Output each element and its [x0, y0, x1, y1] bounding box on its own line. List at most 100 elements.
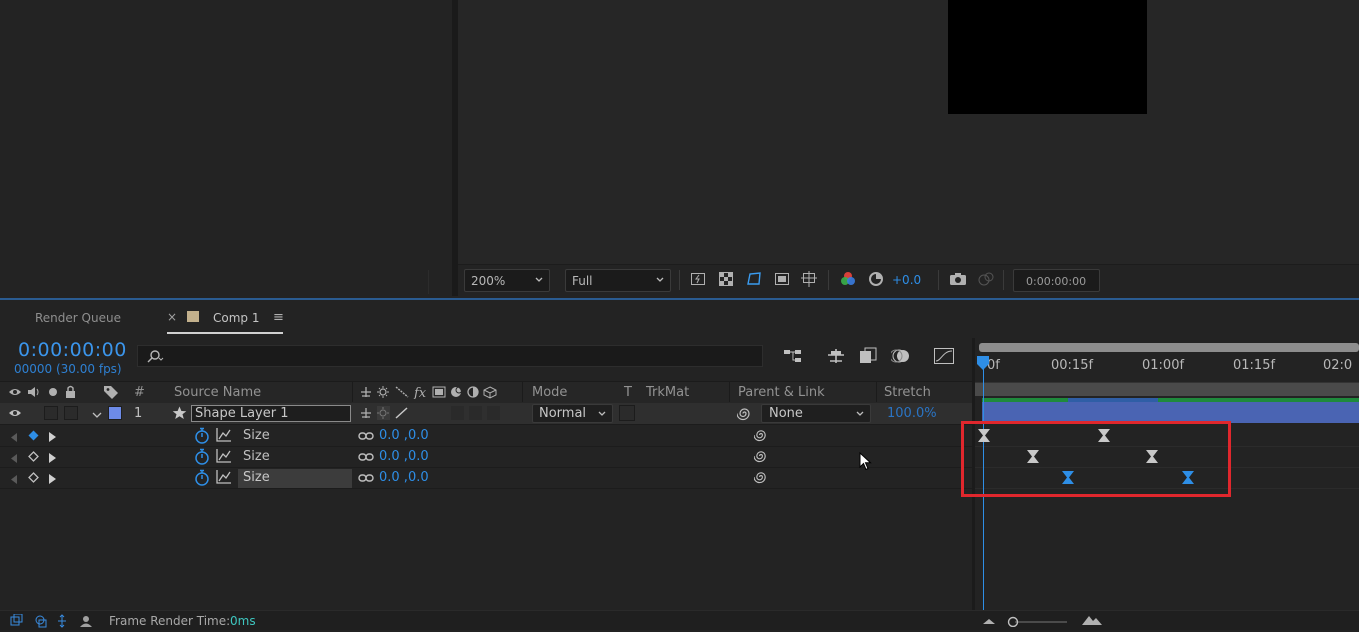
transparency-grid-icon[interactable]	[717, 271, 735, 289]
next-keyframe-icon[interactable]	[49, 473, 56, 488]
constrain-proportions-icon[interactable]	[358, 430, 374, 445]
frame-render-time-label: Frame Render Time:	[109, 614, 231, 628]
viewer-timecode[interactable]: 0:00:00:00	[1013, 269, 1100, 292]
blend-mode-value: Normal	[539, 406, 587, 421]
camera-snapshot-icon[interactable]	[949, 271, 967, 289]
pick-whip-icon[interactable]	[753, 428, 768, 446]
svg-text:fx: fx	[413, 386, 427, 399]
preserve-transparency-header[interactable]: T	[624, 385, 632, 400]
property-row[interactable]	[0, 425, 975, 446]
project-panel	[0, 0, 452, 296]
eye-icon[interactable]	[8, 407, 22, 423]
stretch-header[interactable]: Stretch	[884, 385, 931, 400]
stopwatch-icon[interactable]	[194, 427, 210, 448]
graph-icon[interactable]	[216, 470, 232, 488]
chevron-down-icon	[856, 411, 864, 416]
grid-guides-icon[interactable]	[800, 271, 818, 289]
stopwatch-icon[interactable]	[194, 448, 210, 469]
property-row[interactable]	[0, 447, 975, 468]
column-divider	[729, 382, 730, 402]
pick-whip-icon[interactable]	[736, 406, 752, 425]
tab-render-queue[interactable]: Render Queue	[35, 311, 121, 325]
av-features-header[interactable]	[8, 385, 76, 403]
separator	[679, 270, 680, 290]
add-keyframe-icon[interactable]	[28, 430, 39, 445]
separator	[938, 270, 939, 290]
frame-rate-display: 00000 (30.00 fps)	[14, 362, 122, 376]
property-value[interactable]: 0.0 ,0.0	[379, 470, 429, 485]
zoom-out-icon[interactable]	[982, 615, 996, 630]
previous-keyframe-icon[interactable]	[11, 431, 17, 446]
graph-icon[interactable]	[216, 428, 232, 446]
region-of-interest-icon[interactable]	[773, 271, 791, 289]
pick-whip-icon[interactable]	[753, 470, 768, 488]
parent-dropdown[interactable]: None	[761, 404, 871, 423]
next-keyframe-icon[interactable]	[49, 452, 56, 467]
draft-3d-icon[interactable]	[826, 347, 846, 369]
exposure-value[interactable]: +0.0	[892, 273, 921, 287]
status-bar-toggle-icons[interactable]	[10, 613, 100, 632]
graph-icon[interactable]	[216, 449, 232, 467]
previous-keyframe-icon[interactable]	[11, 473, 17, 488]
zoom-in-icon[interactable]	[1081, 614, 1103, 630]
layer-bar-cache-indicator	[982, 398, 1359, 402]
layer-switches-header[interactable]: fx	[359, 385, 507, 403]
composition-mini-flowchart-icon[interactable]	[783, 347, 803, 369]
tab-comp-1[interactable]: Comp 1	[213, 311, 259, 325]
layer-number-header[interactable]: #	[134, 385, 145, 400]
source-name-header[interactable]: Source Name	[174, 385, 261, 400]
show-snapshot-icon[interactable]	[977, 271, 995, 289]
stopwatch-icon[interactable]	[194, 469, 210, 490]
close-tab-icon[interactable]: ×	[167, 310, 177, 324]
solo-toggle[interactable]	[44, 406, 58, 420]
shy-layers-icon[interactable]	[858, 347, 878, 369]
layer-search-input[interactable]	[137, 345, 763, 367]
mode-header[interactable]: Mode	[532, 385, 567, 400]
property-name: Size	[243, 428, 270, 443]
property-value[interactable]: 0.0 ,0.0	[379, 428, 429, 443]
layer-number: 1	[134, 406, 143, 421]
stretch-value[interactable]: 100.0%	[887, 406, 937, 421]
parent-link-header[interactable]: Parent & Link	[738, 385, 825, 400]
reset-exposure-icon[interactable]	[867, 271, 885, 289]
graph-editor-icon[interactable]	[933, 347, 955, 369]
hamburger-menu-icon[interactable]: ≡	[273, 310, 284, 325]
layer-label-color[interactable]	[108, 406, 122, 420]
mask-visibility-icon[interactable]	[745, 271, 763, 289]
add-keyframe-icon[interactable]	[28, 451, 39, 466]
previous-keyframe-icon[interactable]	[11, 452, 17, 467]
label-tag-icon[interactable]	[103, 385, 119, 403]
color-channels-icon[interactable]	[839, 271, 857, 289]
playhead-handle[interactable]	[977, 356, 989, 370]
current-time-display[interactable]: 0:00:00:00	[18, 339, 127, 361]
composition-viewer[interactable]	[458, 0, 1359, 296]
constrain-proportions-icon[interactable]	[358, 472, 374, 487]
pick-whip-icon[interactable]	[753, 449, 768, 467]
active-tab-underline	[167, 332, 283, 334]
layer-name-field[interactable]: Shape Layer 1	[191, 405, 351, 422]
zoom-slider[interactable]	[1007, 615, 1067, 628]
zoom-dropdown[interactable]: 200%	[464, 269, 550, 292]
preserve-transparency-toggle[interactable]	[619, 405, 635, 421]
row-separator	[0, 488, 975, 489]
property-value[interactable]: 0.0 ,0.0	[379, 449, 429, 464]
next-keyframe-icon[interactable]	[49, 431, 56, 446]
work-area-bar[interactable]	[975, 383, 1359, 396]
chevron-down-icon[interactable]	[92, 409, 102, 424]
add-keyframe-icon[interactable]	[28, 472, 39, 487]
keyframes-highlight-box	[961, 421, 1231, 497]
zoom-value: 200%	[471, 274, 506, 288]
time-navigator[interactable]	[979, 343, 1359, 352]
ruler-tick-label: 01:15f	[1233, 358, 1276, 373]
layer-switches[interactable]	[359, 406, 509, 424]
panel-divider	[428, 270, 429, 294]
resolution-dropdown[interactable]: Full	[565, 269, 671, 292]
fast-preview-icon[interactable]	[689, 271, 707, 289]
constrain-proportions-icon[interactable]	[358, 451, 374, 466]
property-row[interactable]	[0, 468, 975, 489]
lock-toggle[interactable]	[64, 406, 78, 420]
motion-blur-icon[interactable]	[889, 347, 911, 369]
trkmat-header[interactable]: TrkMat	[646, 385, 689, 400]
blend-mode-dropdown[interactable]: Normal	[532, 404, 613, 423]
composition-frame[interactable]	[948, 0, 1147, 114]
